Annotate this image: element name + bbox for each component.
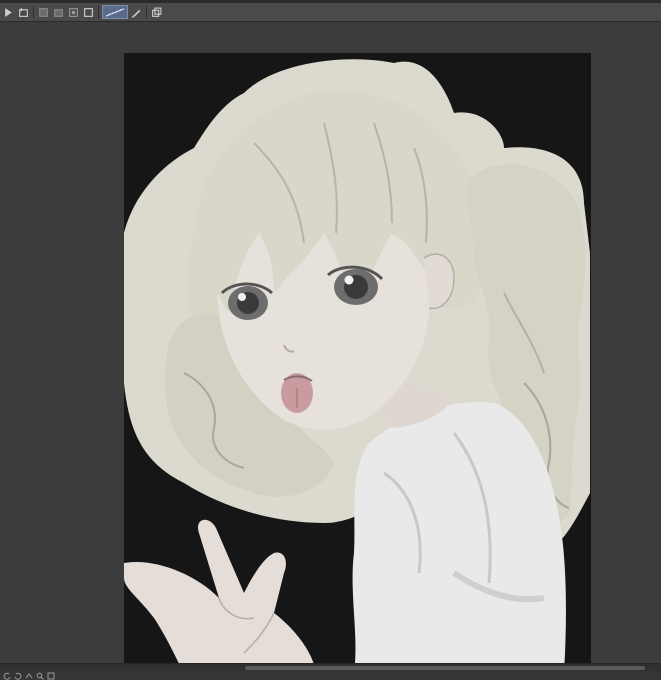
toolbar-separator — [98, 6, 99, 18]
artwork-canvas[interactable] — [124, 53, 591, 674]
rotate-left-icon[interactable] — [3, 672, 11, 680]
play-icon[interactable] — [2, 6, 15, 19]
navigator-statusbar — [0, 671, 661, 680]
fit-icon[interactable] — [47, 672, 55, 680]
scrollbar-thumb[interactable] — [245, 666, 645, 670]
canvas-workspace[interactable] — [0, 22, 661, 674]
zoom-icon[interactable] — [36, 672, 44, 680]
selection-icon[interactable] — [82, 6, 95, 19]
toolbar-separator — [146, 6, 147, 18]
new-vector-layer-icon[interactable] — [37, 6, 50, 19]
mask-icon[interactable] — [67, 6, 80, 19]
toolbar-separator — [33, 6, 34, 18]
new-layer-icon[interactable] — [17, 6, 30, 19]
pen-icon[interactable] — [130, 6, 143, 19]
rotate-right-icon[interactable] — [14, 672, 22, 680]
transform-icon[interactable] — [150, 6, 163, 19]
ruler-icon[interactable] — [102, 5, 128, 19]
anime-girl-illustration — [124, 53, 591, 674]
new-folder-icon[interactable] — [52, 6, 65, 19]
layer-toolbar — [0, 3, 661, 22]
flip-icon[interactable] — [25, 672, 33, 680]
